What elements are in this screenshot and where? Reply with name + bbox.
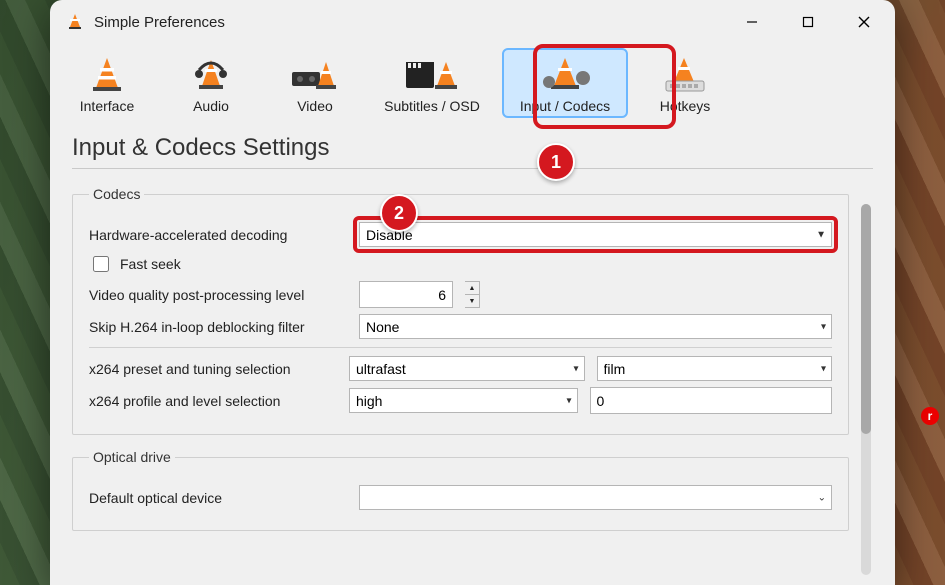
tab-label: Subtitles / OSD xyxy=(384,98,480,114)
tab-hotkeys[interactable]: Hotkeys xyxy=(638,48,732,118)
tab-label: Video xyxy=(297,98,333,114)
hw-decoding-select[interactable]: Disable xyxy=(359,222,832,247)
cone-keyboard-icon xyxy=(657,54,713,94)
tab-audio[interactable]: Audio xyxy=(164,48,258,118)
fast-seek-label: Fast seek xyxy=(120,256,181,272)
divider xyxy=(89,347,832,348)
skip-label: Skip H.264 in-loop deblocking filter xyxy=(89,319,347,335)
optical-default-label: Default optical device xyxy=(89,490,347,506)
optical-default-select[interactable] xyxy=(359,485,832,510)
fast-seek-checkbox[interactable] xyxy=(93,256,109,272)
tab-video[interactable]: Video xyxy=(268,48,362,118)
scrollbar-thumb[interactable] xyxy=(861,204,871,434)
tab-label: Audio xyxy=(193,98,229,114)
tab-label: Interface xyxy=(80,98,134,114)
codecs-group: Codecs Hardware-accelerated decoding Dis… xyxy=(72,186,849,435)
settings-scroll-area: Codecs Hardware-accelerated decoding Dis… xyxy=(72,186,849,585)
tab-input-codecs[interactable]: Input / Codecs xyxy=(502,48,628,118)
arriva-logo-badge: r xyxy=(921,407,939,425)
vq-spinner[interactable]: ▲▼ xyxy=(465,281,480,308)
vq-input[interactable] xyxy=(359,281,453,308)
tab-interface[interactable]: Interface xyxy=(60,48,154,118)
preset-select[interactable]: ultrafast xyxy=(349,356,585,381)
profile-select[interactable]: high xyxy=(349,388,578,413)
hw-decoding-label: Hardware-accelerated decoding xyxy=(89,227,347,243)
profile-label: x264 profile and level selection xyxy=(89,393,337,409)
titlebar: Simple Preferences xyxy=(50,0,895,44)
cone-film-icon xyxy=(287,54,343,94)
app-icon xyxy=(66,13,84,31)
codecs-legend: Codecs xyxy=(89,186,144,202)
tab-label: Hotkeys xyxy=(660,98,711,114)
window-title: Simple Preferences xyxy=(94,14,225,31)
maximize-button[interactable] xyxy=(785,6,831,38)
category-tabs: Interface Audio Video Subtitles / OSD xyxy=(50,44,895,118)
cone-icon xyxy=(79,54,135,94)
level-input[interactable] xyxy=(590,387,833,414)
skip-select[interactable]: None xyxy=(359,314,832,339)
tab-label: Input / Codecs xyxy=(520,98,610,114)
optical-group: Optical drive Default optical device ⌄ xyxy=(72,449,849,531)
optical-legend: Optical drive xyxy=(89,449,175,465)
vq-label: Video quality post-processing level xyxy=(89,287,347,303)
cone-headphones-icon xyxy=(183,54,239,94)
tab-subtitles[interactable]: Subtitles / OSD xyxy=(372,48,492,118)
preset-label: x264 preset and tuning selection xyxy=(89,361,337,377)
page-title: Input & Codecs Settings xyxy=(72,134,873,162)
preferences-window: Simple Preferences Interface xyxy=(50,0,895,585)
scrollbar[interactable] xyxy=(861,204,871,575)
tuning-select[interactable]: film xyxy=(597,356,833,381)
cone-board-icon xyxy=(404,54,460,94)
close-button[interactable] xyxy=(841,6,887,38)
cone-gears-icon xyxy=(537,54,593,94)
divider xyxy=(72,168,873,169)
minimize-button[interactable] xyxy=(729,6,775,38)
